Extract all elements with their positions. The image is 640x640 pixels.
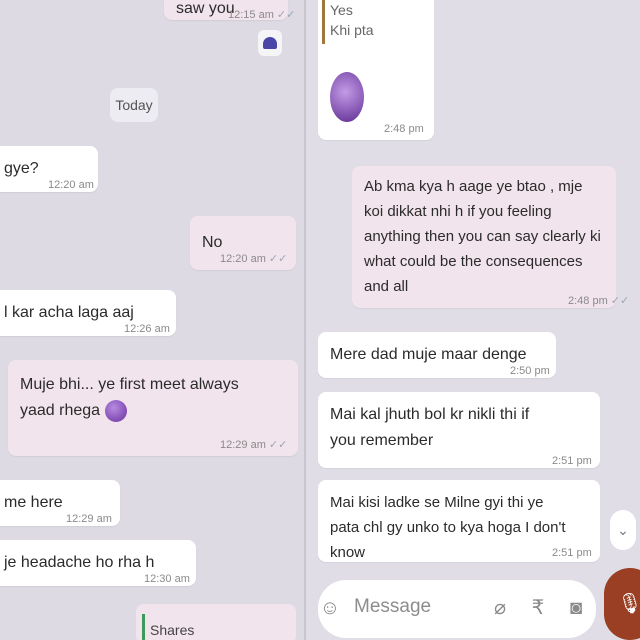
emoji-icon <box>330 72 364 122</box>
scroll-down-button[interactable]: ⌄ <box>610 510 636 550</box>
message-time: 2:50 pm <box>510 365 550 377</box>
check-icon: ✓✓ <box>268 439 288 451</box>
message-time: 2:48 pm <box>384 123 424 135</box>
message-time: 12:29 am <box>220 439 266 451</box>
message-bubble-incoming[interactable]: Mai kisi ladke se Milne gyi thi ye pata … <box>318 480 600 562</box>
message-bubble-incoming[interactable]: Mere dad muje maar denge 2:50 pm <box>318 332 556 378</box>
message-bubble-outgoing[interactable]: No 12:20 am ✓✓ <box>190 216 296 270</box>
shared-card-label: Shares <box>150 622 195 638</box>
message-bubble-incoming[interactable]: Mai kal jhuth bol kr nikli thi if you re… <box>318 392 600 468</box>
rupee-icon[interactable]: ₹ <box>526 596 550 620</box>
message-bubble-outgoing[interactable]: Muje bhi... ye first meet always yaad rh… <box>8 360 298 456</box>
check-icon: ✓✓ <box>276 9 296 21</box>
day-separator: Today <box>110 88 158 122</box>
message-composer[interactable]: ☺ Message ⌀ ₹ ◙ <box>318 580 596 638</box>
message-time: 2:48 pm <box>568 295 608 307</box>
message-text: Muje bhi... ye first meet always yaad rh… <box>20 376 239 419</box>
chevron-down-icon: ⌄ <box>617 522 629 538</box>
message-bubble-incoming[interactable]: gye? 12:20 am <box>0 146 98 192</box>
quoted-line-2: Khi pta <box>330 22 374 38</box>
message-time: 12:26 am <box>124 323 170 335</box>
quoted-line-1: Yes <box>330 2 353 18</box>
emoji-icon[interactable]: ☺ <box>318 596 342 620</box>
mic-button[interactable]: 🎙 <box>604 568 640 640</box>
message-time: 12:29 am <box>66 513 112 525</box>
left-chat-panel: saw you 12:15 am ✓✓ Today gye? 12:20 am N… <box>0 0 304 640</box>
message-time: 12:15 am <box>228 9 274 21</box>
shared-card-accent <box>142 614 145 640</box>
message-time: 12:30 am <box>144 573 190 585</box>
message-time: 12:20 am <box>48 179 94 191</box>
message-text: Mai kisi ladke se Milne gyi thi ye pata … <box>330 494 566 561</box>
mic-icon: 🎙 <box>617 593 640 615</box>
attach-icon[interactable]: ⌀ <box>488 596 512 620</box>
shared-card[interactable]: Shares <box>136 604 296 640</box>
check-icon: ✓✓ <box>268 253 288 265</box>
camera-icon[interactable]: ◙ <box>564 596 588 620</box>
message-input[interactable]: Message <box>354 596 431 618</box>
quote-accent-bar <box>322 0 325 44</box>
quoted-message-bubble[interactable]: Yes Khi pta 2:48 pm <box>318 0 434 140</box>
message-bubble-incoming[interactable]: l kar acha laga aaj 12:26 am <box>0 290 176 336</box>
emoji-icon <box>104 399 127 422</box>
message-bubble-outgoing[interactable]: Ab kma kya h aage ye btao , mje koi dikk… <box>352 166 629 308</box>
message-bubble-incoming[interactable]: me here 12:29 am <box>0 480 120 526</box>
heart-icon <box>258 30 282 56</box>
message-time: 12:20 am <box>220 253 266 265</box>
message-text: Mai kal jhuth bol kr nikli thi if you re… <box>330 406 530 449</box>
message-time: 2:51 pm <box>552 547 592 559</box>
check-icon: ✓✓ <box>610 295 630 307</box>
message-text: Ab kma kya h aage ye btao , mje koi dikk… <box>364 178 601 295</box>
message-time: 2:51 pm <box>552 455 592 467</box>
message-bubble-incoming[interactable]: je headache ho rha h 12:30 am <box>0 540 196 586</box>
message-bubble-outgoing[interactable]: saw you 12:15 am ✓✓ <box>164 0 295 21</box>
